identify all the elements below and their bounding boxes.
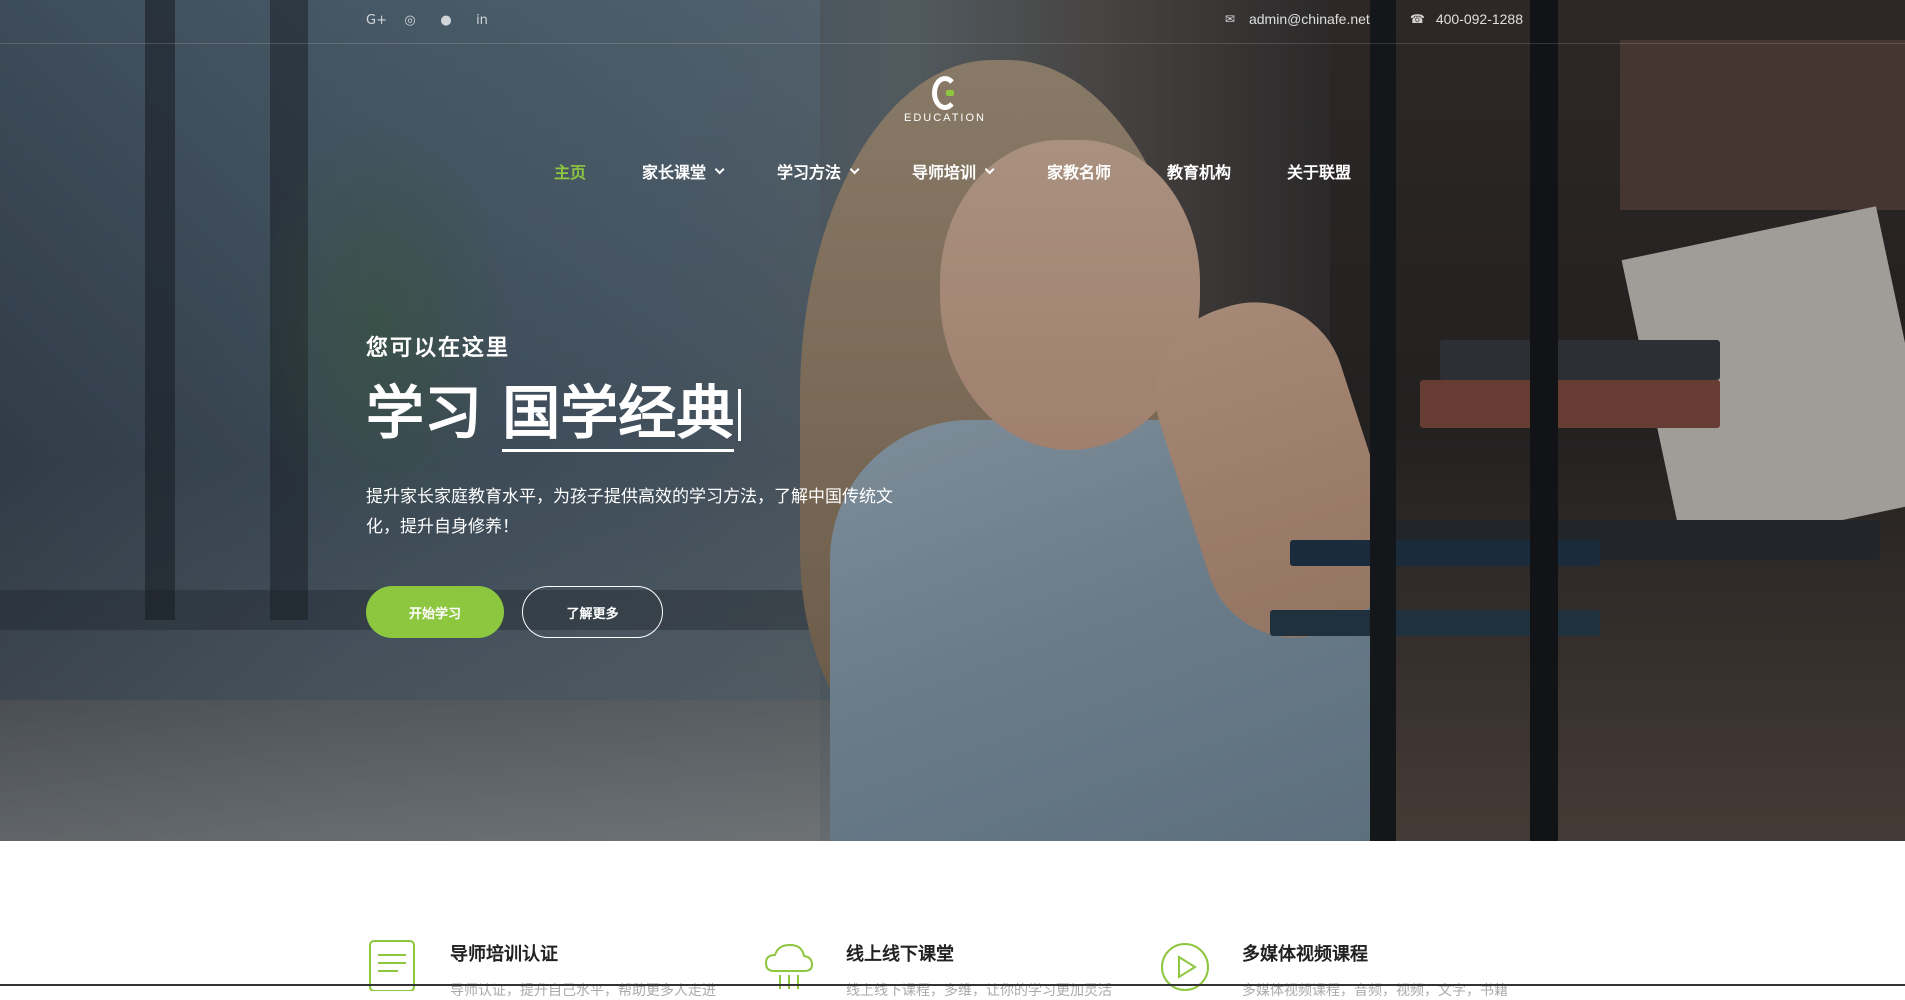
hero-banner: G+ ◎ ● in ✉ admin@chinafe.net ☎ 400-092-… bbox=[0, 0, 1905, 841]
email-text: admin@chinafe.net bbox=[1248, 11, 1370, 27]
start-learning-button[interactable]: 开始学习 bbox=[366, 586, 504, 638]
hero-subtitle: 您可以在这里 bbox=[366, 336, 511, 361]
feature-description: 多媒体视频课程，音频，视频，文字，书籍 bbox=[1242, 983, 1508, 999]
nav-item-parent-class[interactable]: 家长课堂 bbox=[614, 158, 749, 184]
google-plus-icon[interactable]: G+ bbox=[366, 12, 387, 30]
nav-item-label: 家长课堂 bbox=[641, 163, 706, 182]
headline-prefix: 学习 bbox=[366, 379, 483, 447]
phone-icon: ☎ bbox=[1409, 12, 1425, 26]
logo-mark-icon bbox=[932, 76, 958, 110]
site-logo[interactable]: EDUCATION bbox=[902, 76, 988, 124]
hero-buttons: 开始学习 了解更多 bbox=[366, 586, 926, 638]
typing-cursor bbox=[738, 389, 742, 441]
nav-item-label: 导师培训 bbox=[911, 163, 976, 182]
feature-title: 导师培训认证 bbox=[450, 944, 558, 965]
logo-text: EDUCATION bbox=[904, 112, 986, 124]
linkedin-icon[interactable]: in bbox=[474, 12, 490, 30]
social-links: G+ ◎ ● in bbox=[366, 12, 490, 30]
nav-item-study-methods[interactable]: 学习方法 bbox=[749, 158, 884, 184]
nav-item-label: 关于联盟 bbox=[1287, 163, 1352, 182]
chevron-down-icon bbox=[849, 163, 860, 174]
nav-item-label: 学习方法 bbox=[776, 163, 841, 182]
hero-content: 您可以在这里 学习 国学经典 提升家长家庭教育水平，为孩子提供高效的学习方法，了… bbox=[366, 330, 926, 638]
hero-overlay bbox=[0, 0, 1905, 841]
feature-title: 线上线下课堂 bbox=[846, 944, 954, 965]
hero-headline: 学习 国学经典 bbox=[366, 378, 926, 452]
learn-more-button[interactable]: 了解更多 bbox=[522, 586, 663, 638]
top-bar: G+ ◎ ● in ✉ admin@chinafe.net ☎ 400-092-… bbox=[0, 0, 1905, 44]
headline-highlight: 国学经典 bbox=[502, 379, 735, 452]
nav-item-about[interactable]: 关于联盟 bbox=[1259, 158, 1379, 184]
github-icon[interactable]: ● bbox=[438, 12, 454, 30]
phone-text: 400-092-1288 bbox=[1435, 11, 1523, 27]
weibo-icon[interactable]: ◎ bbox=[402, 12, 418, 30]
chevron-down-icon bbox=[714, 163, 725, 174]
phone-contact[interactable]: ☎ 400-092-1288 bbox=[1410, 11, 1523, 27]
nav-item-home[interactable]: 主页 bbox=[526, 158, 614, 184]
features-section: 导师培训认证 导师认证，提升自己水平，帮助更多人走进 线上线下课堂 线上线下课程… bbox=[0, 841, 1905, 999]
feature-description: 导师认证，提升自己水平，帮助更多人走进 bbox=[450, 983, 716, 999]
hero-description: 提升家长家庭教育水平，为孩子提供高效的学习方法，了解中国传统文化，提升自身修养！ bbox=[366, 487, 893, 537]
envelope-icon: ✉ bbox=[1224, 12, 1235, 26]
nav-item-label: 教育机构 bbox=[1167, 163, 1232, 182]
main-nav: 主页 家长课堂 学习方法 导师培训 家教名师 教育机构 关于联盟 bbox=[0, 158, 1905, 184]
feature-card[interactable]: 导师培训认证 导师认证，提升自己水平，帮助更多人走进 bbox=[366, 939, 716, 1000]
chevron-down-icon bbox=[984, 163, 995, 174]
nav-item-famous-tutors[interactable]: 家教名师 bbox=[1019, 158, 1139, 184]
feature-title: 多媒体视频课程 bbox=[1242, 944, 1368, 965]
contact-info: ✉ admin@chinafe.net ☎ 400-092-1288 bbox=[1223, 11, 1523, 27]
nav-item-label: 主页 bbox=[553, 163, 586, 182]
feature-card[interactable]: 线上线下课堂 线上线下课程，多维，让你的学习更加灵活 bbox=[762, 939, 1112, 1000]
nav-item-tutor-training[interactable]: 导师培训 bbox=[884, 158, 1019, 184]
feature-card[interactable]: 多媒体视频课程 多媒体视频课程，音频，视频，文字，书籍 bbox=[1158, 939, 1508, 1000]
feature-description: 线上线下课程，多维，让你的学习更加灵活 bbox=[846, 983, 1112, 999]
nav-item-institutions[interactable]: 教育机构 bbox=[1139, 158, 1259, 184]
email-contact[interactable]: ✉ admin@chinafe.net bbox=[1223, 11, 1370, 27]
nav-item-label: 家教名师 bbox=[1047, 163, 1112, 182]
